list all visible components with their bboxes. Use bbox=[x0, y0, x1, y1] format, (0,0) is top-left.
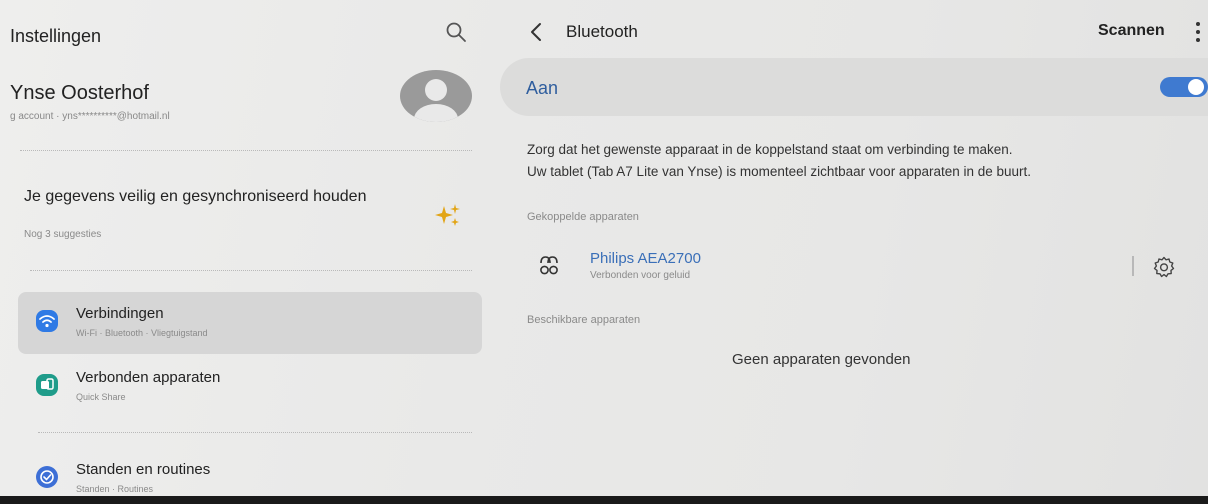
page-title: Bluetooth bbox=[566, 22, 638, 41]
sparkle-icon bbox=[435, 204, 460, 226]
sidebar-title: Instellingen bbox=[10, 26, 102, 46]
profile-name: Ynse Oosterhof bbox=[10, 82, 149, 104]
device-status: Verbonden voor geluid bbox=[590, 270, 691, 281]
sidebar-item-label: Verbonden apparaten bbox=[76, 369, 221, 386]
sidebar-item-label: Verbindingen bbox=[76, 305, 164, 322]
connected-devices-icon bbox=[36, 374, 58, 396]
toggle-label: Aan bbox=[526, 78, 559, 98]
scan-button[interactable]: Scannen bbox=[1098, 22, 1165, 40]
settings-sidebar: Instellingen Ynse Oosterhof g account · … bbox=[0, 0, 500, 496]
more-options-icon[interactable] bbox=[1196, 22, 1202, 42]
wifi-icon bbox=[36, 310, 58, 332]
sidebar-item-sublabel: Quick Share bbox=[76, 392, 126, 402]
suggestion-title: Je gegevens veilig en gesynchroniseerd h… bbox=[24, 188, 367, 205]
profile-account: g account · yns**********@hotmail.nl bbox=[10, 111, 170, 122]
sidebar-item-sublabel: Wi-Fi · Bluetooth · Vliegtuigstand bbox=[76, 328, 208, 338]
toggle-knob bbox=[1188, 79, 1204, 95]
modes-routines-icon bbox=[36, 466, 58, 488]
bluetooth-toggle-row[interactable]: Aan bbox=[500, 58, 1208, 116]
gear-icon[interactable] bbox=[1152, 255, 1176, 279]
no-devices-found: Geen apparaten gevonden bbox=[732, 351, 911, 368]
info-text: Zorg dat het gewenste apparaat in de kop… bbox=[527, 139, 1207, 183]
info-line: Zorg dat het gewenste apparaat in de kop… bbox=[527, 142, 1013, 157]
back-icon[interactable] bbox=[528, 22, 544, 42]
bluetooth-toggle[interactable] bbox=[1160, 77, 1208, 97]
suggestion-subtitle: Nog 3 suggesties bbox=[24, 229, 102, 240]
divider bbox=[1132, 256, 1134, 276]
sidebar-item-label: Standen en routines bbox=[76, 461, 211, 478]
audio-device-icon bbox=[540, 256, 558, 275]
sidebar-item-verbonden-apparaten[interactable]: Verbonden apparaten Quick Share bbox=[18, 356, 482, 418]
divider bbox=[30, 270, 472, 271]
paired-devices-header: Gekoppelde apparaten bbox=[527, 211, 639, 223]
info-line: Uw tablet (Tab A7 Lite van Ynse) is mome… bbox=[527, 164, 1032, 179]
device-bezel bbox=[0, 496, 1208, 504]
divider bbox=[38, 432, 472, 433]
search-icon[interactable] bbox=[444, 20, 468, 44]
sidebar-item-sublabel: Standen · Routines bbox=[76, 484, 154, 494]
sidebar-item-verbindingen[interactable]: Verbindingen Wi-Fi · Bluetooth · Vliegtu… bbox=[18, 292, 482, 354]
device-name: Philips AEA2700 bbox=[590, 250, 701, 267]
avatar[interactable] bbox=[400, 70, 472, 122]
available-devices-header: Beschikbare apparaten bbox=[527, 314, 641, 326]
screen: Instellingen Ynse Oosterhof g account · … bbox=[0, 0, 1208, 504]
divider bbox=[20, 150, 472, 151]
